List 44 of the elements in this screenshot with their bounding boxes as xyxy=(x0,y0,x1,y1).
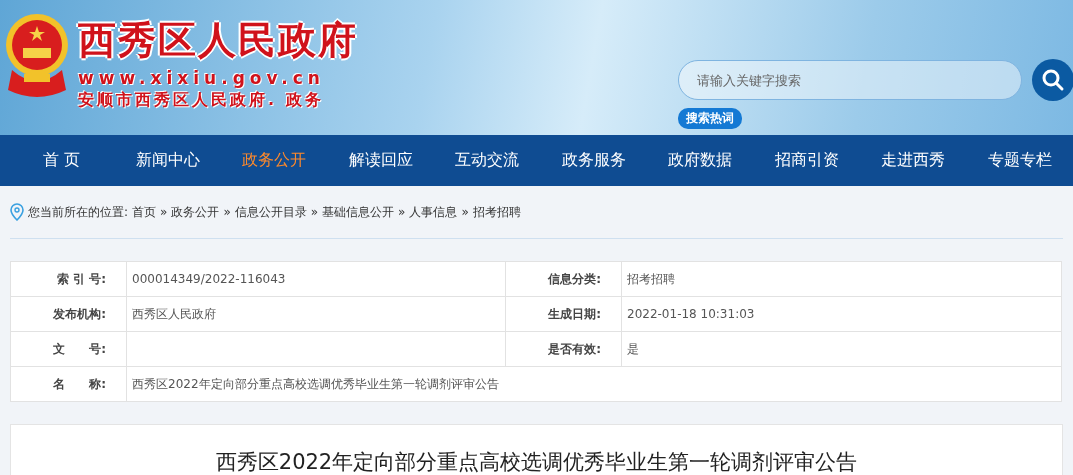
breadcrumb-link[interactable]: 人事信息 xyxy=(409,203,458,221)
search-field[interactable]: 请输入关键字搜索 xyxy=(678,60,1022,100)
nav-link[interactable]: 解读回应 xyxy=(327,150,434,171)
field-value: 西秀区人民政府 xyxy=(126,296,506,332)
field-value: 000014349/2022-116043 xyxy=(126,261,506,297)
search-button[interactable] xyxy=(1032,59,1073,101)
separator-glyph: » xyxy=(160,205,168,219)
breadcrumb-prefix: 您当前所在的位置: xyxy=(28,203,129,221)
breadcrumb-link[interactable]: 首页 xyxy=(132,203,157,221)
nav-link[interactable]: 走进西秀 xyxy=(860,150,967,171)
site-url: www.xixiu.gov.cn xyxy=(78,68,326,88)
field-label: 索 引 号: xyxy=(10,261,127,297)
breadcrumb-link[interactable]: 招考招聘 xyxy=(472,203,521,221)
separator-glyph: » xyxy=(310,205,319,219)
separator-glyph: » xyxy=(398,205,406,219)
nav-link[interactable]: 互动交流 xyxy=(434,150,541,171)
breadcrumb-link[interactable]: 信息公开目录 xyxy=(234,203,307,221)
field-label: 信息分类: xyxy=(505,261,622,297)
field-value: 招考招聘 xyxy=(621,261,1062,297)
breadcrumb-link[interactable]: 基础信息公开 xyxy=(322,203,395,221)
search-icon xyxy=(1041,68,1065,92)
nav-link[interactable]: 新闻中心 xyxy=(114,150,221,171)
site-subtitle: 安顺市西秀区人民政府. 政务 xyxy=(78,90,325,111)
location-pin-icon xyxy=(10,203,24,221)
nav-link[interactable]: 政务服务 xyxy=(540,150,647,171)
breadcrumb-link[interactable]: 政务公开 xyxy=(171,203,220,221)
separator-glyph: » xyxy=(223,205,231,219)
nav-link[interactable]: 专题专栏 xyxy=(966,150,1073,171)
field-label: 生成日期: xyxy=(505,296,622,332)
field-value: 西秀区2022年定向部分重点高校选调优秀毕业生第一轮调剂评审公告 xyxy=(126,366,1062,402)
nav-link[interactable]: 政府数据 xyxy=(647,150,754,171)
field-label: 名 称: xyxy=(10,366,127,402)
field-label: 文 号: xyxy=(10,331,127,367)
article-title: 西秀区2022年定向部分重点高校选调优秀毕业生第一轮调剂评审公告 xyxy=(215,449,858,475)
hot-words-button[interactable]: 搜索热词 xyxy=(678,108,742,129)
field-value: 2022-01-18 10:31:03 xyxy=(621,296,1062,332)
nav-link[interactable]: 首 页 xyxy=(8,150,115,171)
site-title: 西秀区人民政府 xyxy=(78,18,358,62)
separator-glyph: » xyxy=(461,205,469,219)
nav-link[interactable]: 政务公开 xyxy=(221,150,328,171)
field-label: 是否有效: xyxy=(505,331,622,367)
field-value: 是 xyxy=(621,331,1062,367)
field-label: 发布机构: xyxy=(10,296,127,332)
nav-link[interactable]: 招商引资 xyxy=(753,150,860,171)
